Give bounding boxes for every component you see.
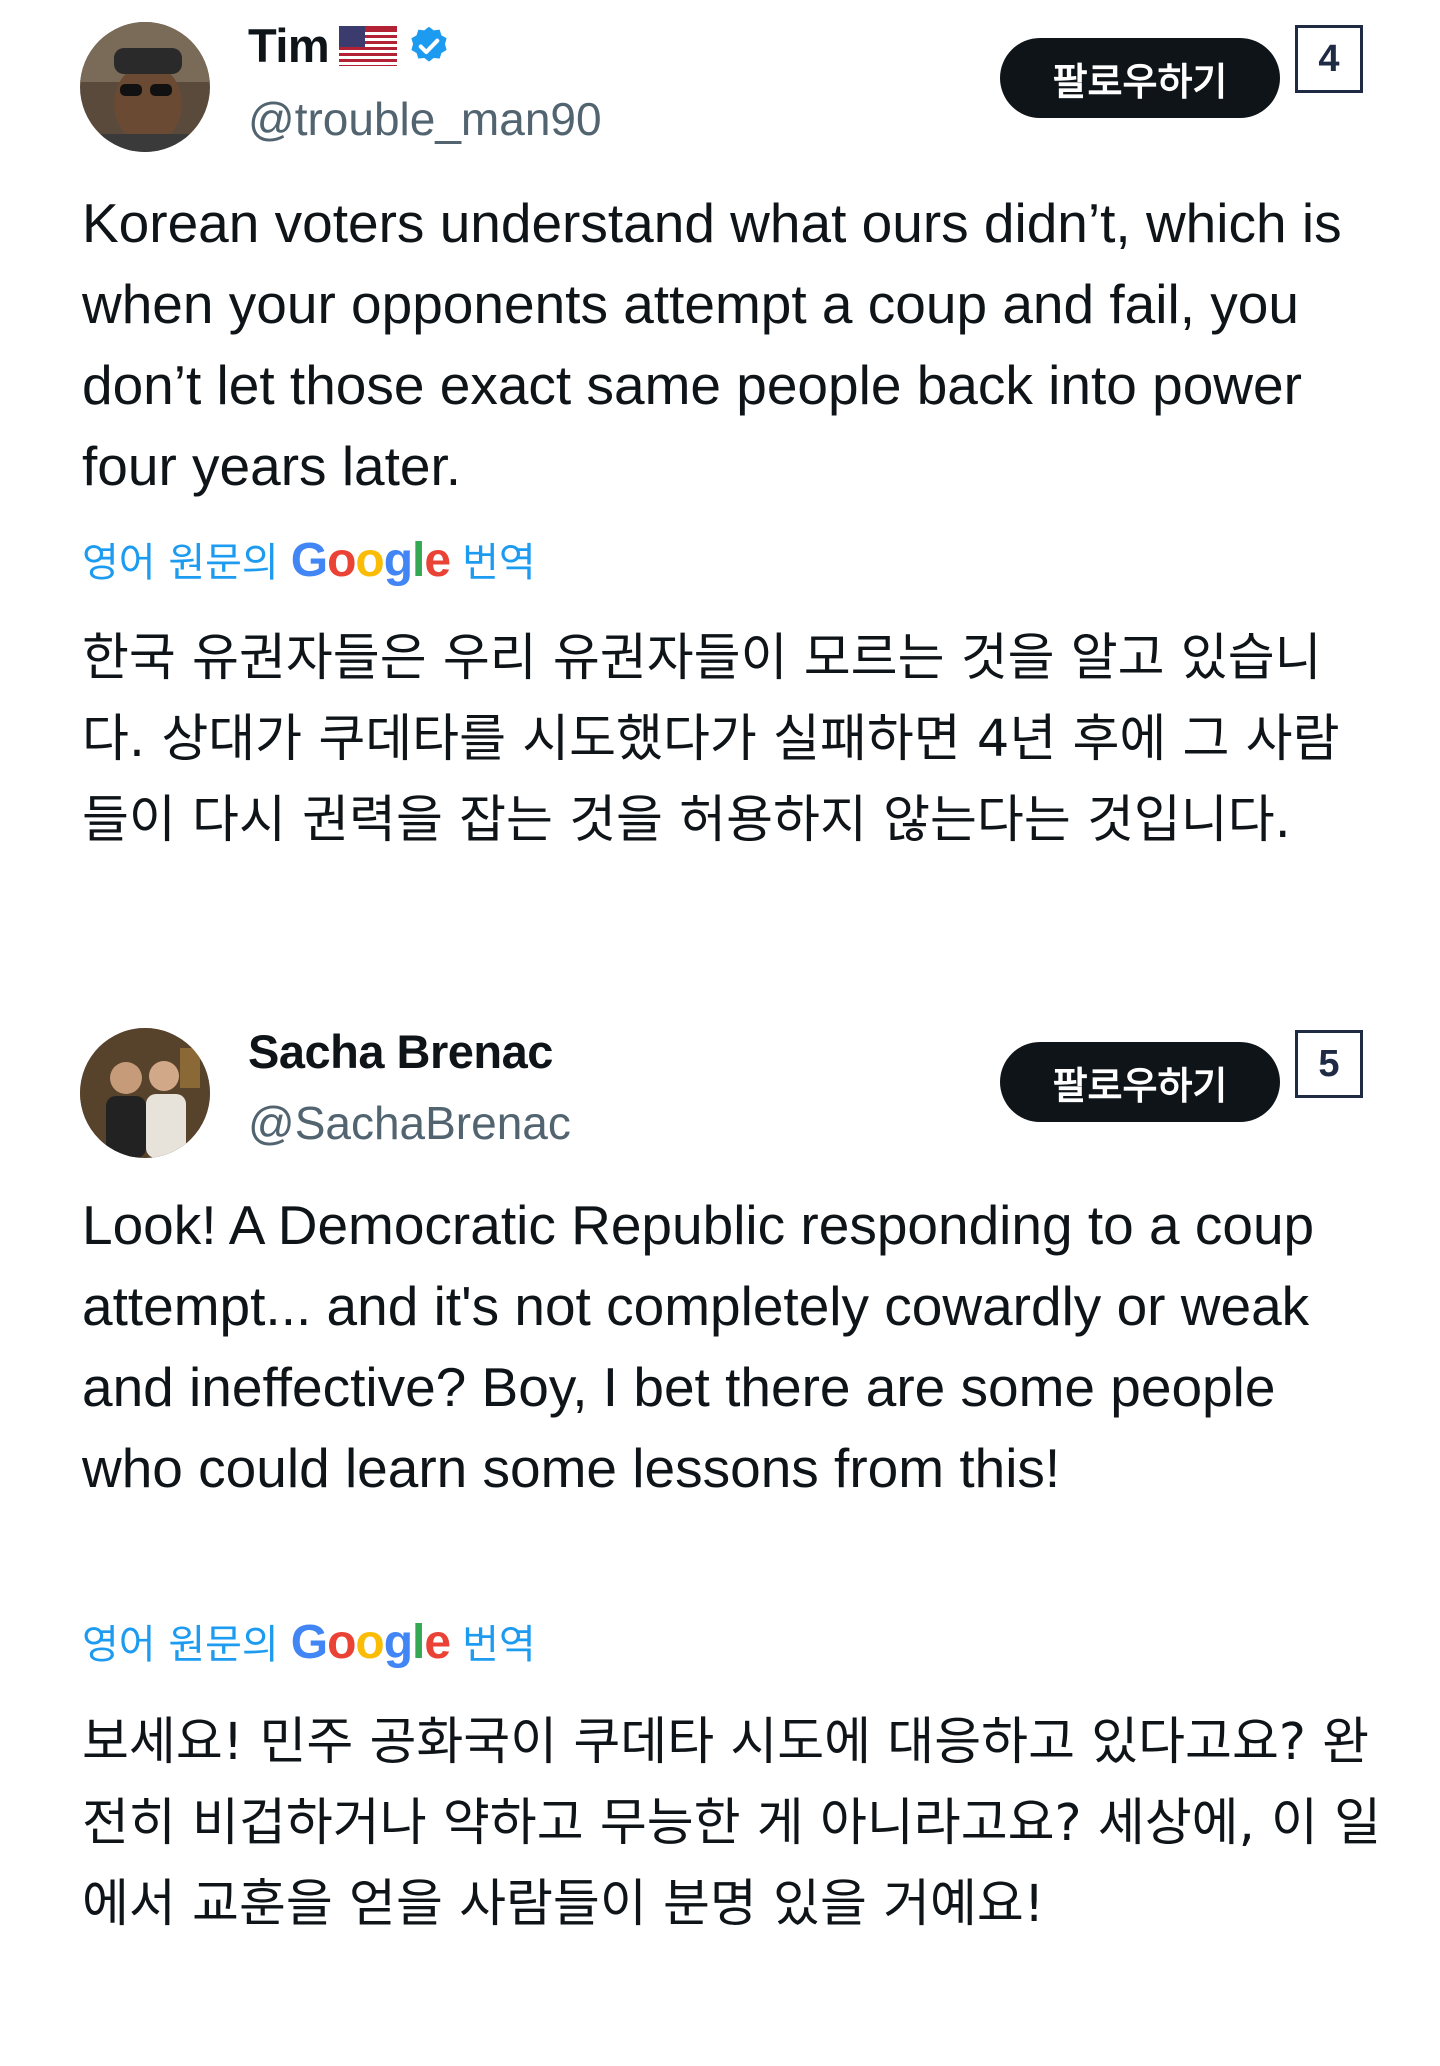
translate-suffix: 번역 [462, 1622, 536, 1668]
translate-prefix: 영어 원문의 [82, 1622, 279, 1668]
translate-prefix: 영어 원문의 [82, 540, 279, 586]
item-number-badge: 4 [1295, 25, 1363, 93]
us-flag-icon [339, 25, 398, 66]
follow-button[interactable]: 팔로우하기 [1000, 38, 1280, 118]
avatar-photo [80, 1028, 210, 1158]
display-name[interactable]: Sacha Brenac [248, 1024, 553, 1079]
google-logo: Google [290, 1616, 451, 1669]
translated-text: 보세요! 민주 공화국이 쿠데타 시도에 대응하고 있다고요? 완전히 비겁하거… [82, 1713, 1382, 1934]
handle[interactable]: @trouble_man90 [248, 92, 602, 146]
translation-attribution[interactable]: 영어 원문의 Google 번역 [82, 530, 536, 588]
item-number-badge: 5 [1295, 1030, 1363, 1098]
translated-text: 한국 유권자들은 우리 유권자들이 모르는 것을 알고 있습니다. 상대가 쿠데… [82, 629, 1340, 850]
handle[interactable]: @SachaBrenac [248, 1096, 571, 1150]
tweet-text: Korean voters understand what ours didn’… [82, 192, 1342, 497]
translation-attribution[interactable]: 영어 원문의 Google 번역 [82, 1612, 536, 1670]
translate-suffix: 번역 [462, 540, 536, 586]
avatar[interactable] [80, 22, 210, 152]
display-name[interactable]: Tim [248, 18, 330, 73]
name-row: Tim [248, 18, 451, 73]
follow-button[interactable]: 팔로우하기 [1000, 1042, 1280, 1122]
avatar-photo [80, 22, 210, 152]
verified-badge-icon [411, 26, 447, 62]
tweet-text: Look! A Democratic Republic responding t… [82, 1194, 1315, 1499]
avatar[interactable] [80, 1028, 210, 1158]
name-row: Sacha Brenac [248, 1024, 553, 1079]
google-logo: Google [290, 534, 451, 587]
